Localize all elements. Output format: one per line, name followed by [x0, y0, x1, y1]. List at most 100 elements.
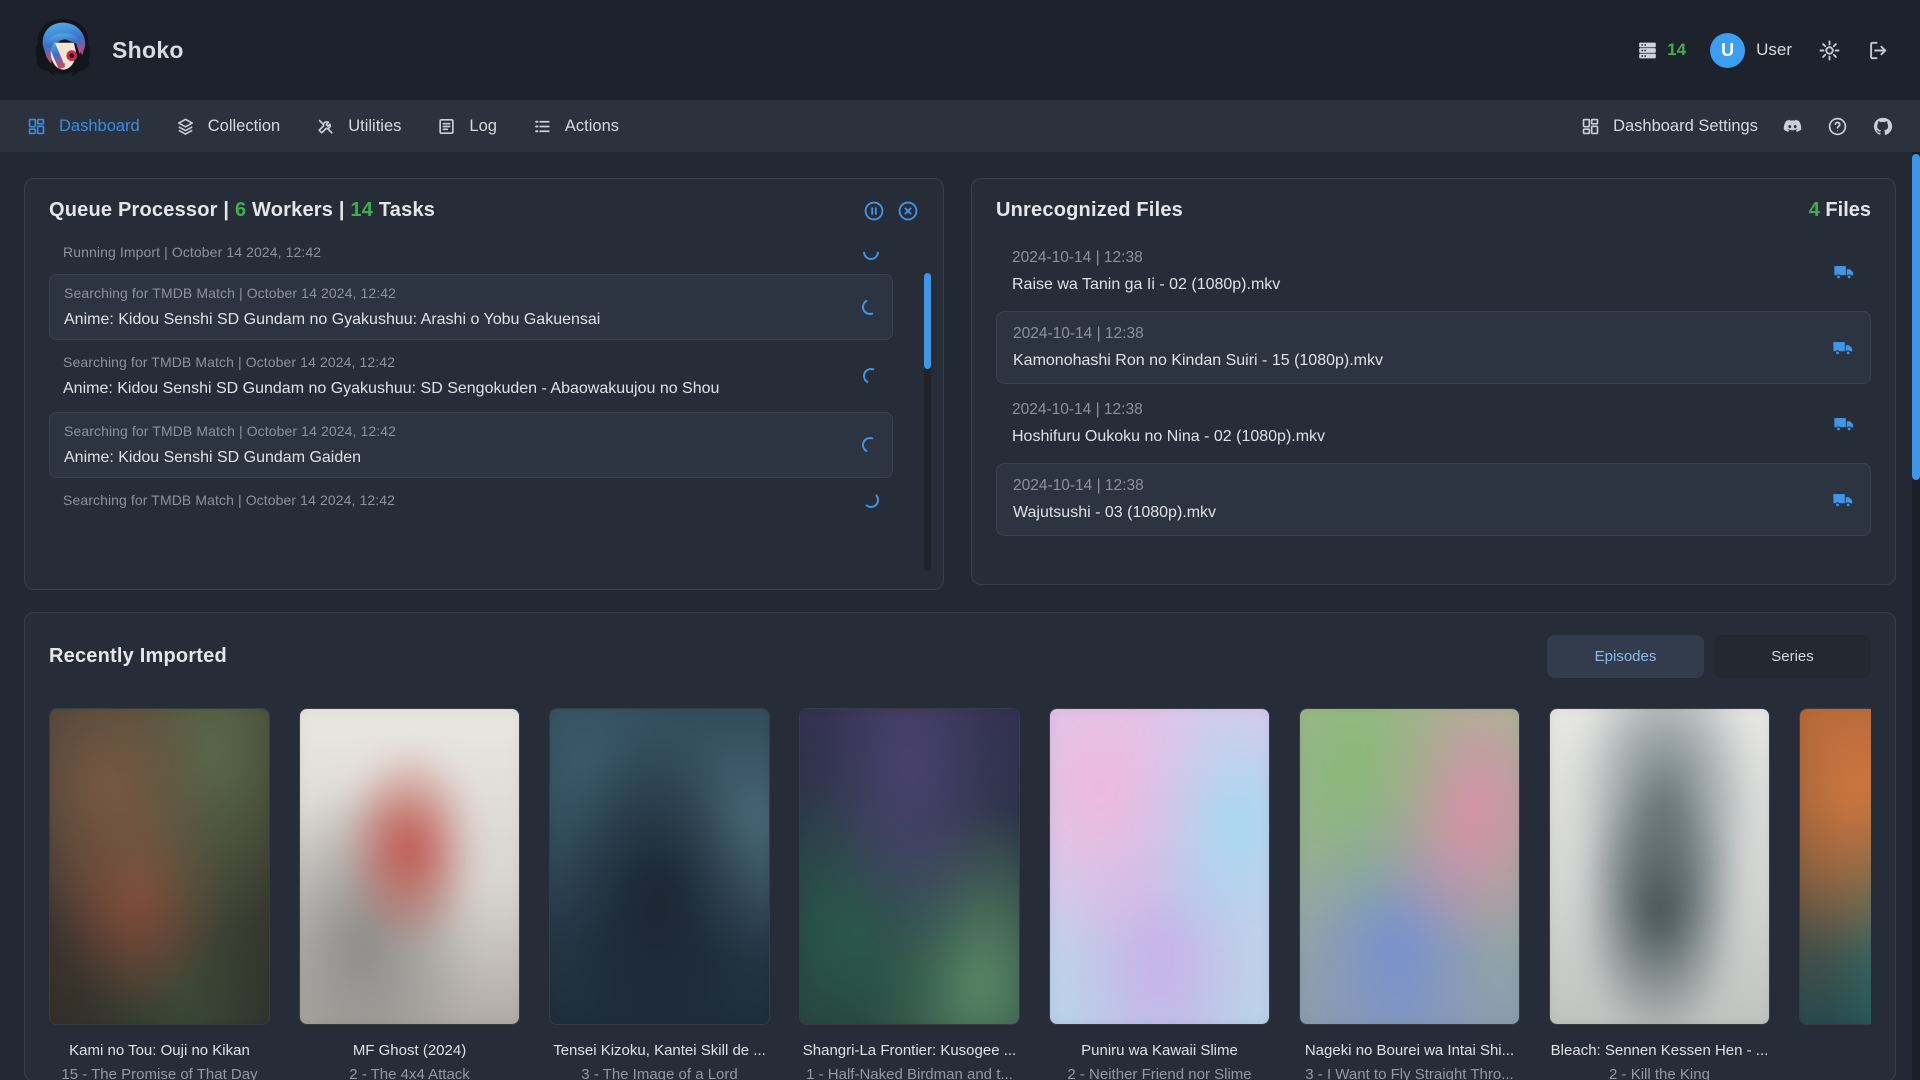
queue-indicator[interactable]: 14 — [1637, 40, 1686, 61]
gear-icon — [1818, 39, 1841, 62]
episode-poster — [1799, 708, 1871, 1025]
card-series-title: Nageki no Bourei wa Intai Shi... — [1299, 1042, 1520, 1059]
shoko-logo-icon — [30, 15, 96, 85]
main-navbar: Dashboard Collection Utilities Log — [0, 100, 1920, 152]
tab-series[interactable]: Series — [1714, 635, 1871, 678]
episode-card[interactable]: MF Ghost (2024) 2 - The 4x4 Attack — [299, 708, 520, 1080]
episode-poster — [799, 708, 1020, 1025]
dashboard-settings-icon — [1581, 117, 1600, 136]
episode-card[interactable]: Puniru wa Kawaii Slime 2 - Neither Frien… — [1049, 708, 1270, 1080]
card-episode-title: 3 - The Image of a Lord — [549, 1066, 770, 1080]
avdump-truck-icon[interactable] — [1833, 413, 1855, 435]
card-series-title: Shangri-La Frontier: Kusogee ... — [799, 1042, 1020, 1059]
queue-item-status: Searching for TMDB Match | October 14 20… — [64, 423, 848, 439]
nav-label-actions: Actions — [565, 117, 619, 136]
page-scrollbar-thumb[interactable] — [1912, 154, 1920, 480]
unrecognized-file-item: 2024-10-14 | 12:38 Raise wa Tanin ga Ii … — [996, 236, 1871, 307]
list-icon — [533, 117, 552, 136]
unrecognized-file-item: 2024-10-14 | 12:38 Wajutsushi - 03 (1080… — [996, 463, 1871, 536]
episode-card[interactable]: Tensei Kizoku, Kantei Skill de ... 3 - T… — [549, 708, 770, 1080]
tools-icon — [316, 117, 335, 136]
queue-scrollbar-thumb[interactable] — [924, 273, 931, 369]
spinner-icon — [860, 435, 881, 456]
queue-item-status: Searching for TMDB Match | October 14 20… — [64, 285, 848, 301]
help-icon[interactable] — [1827, 116, 1848, 137]
files-count-label: Files — [1825, 199, 1871, 221]
file-name: Wajutsushi - 03 (1080p).mkv — [1013, 504, 1818, 522]
poster-image — [799, 708, 1020, 1025]
avdump-truck-icon[interactable] — [1832, 489, 1854, 511]
episode-card[interactable]: Fairy Tail 14 - Clingi — [1799, 708, 1871, 1080]
episode-card[interactable]: Nageki no Bourei wa Intai Shi... 3 - I W… — [1299, 708, 1520, 1080]
queue-item: Running Import | October 14 2024, 12:42 — [49, 234, 893, 270]
queue-item-status: Searching for TMDB Match | October 14 20… — [63, 492, 849, 508]
x-circle-icon — [897, 200, 919, 222]
queue-item-status: Searching for TMDB Match | October 14 20… — [63, 354, 849, 370]
episode-card[interactable]: Kami no Tou: Ouji no Kikan 15 - The Prom… — [49, 708, 270, 1080]
file-name: Raise wa Tanin ga Ii - 02 (1080p).mkv — [1012, 276, 1819, 294]
episode-card[interactable]: Shangri-La Frontier: Kusogee ... 1 - Hal… — [799, 708, 1020, 1080]
user-name: User — [1756, 40, 1792, 60]
card-series-title: Tensei Kizoku, Kantei Skill de ... — [549, 1042, 770, 1059]
tab-episodes[interactable]: Episodes — [1547, 635, 1704, 678]
episode-poster — [299, 708, 520, 1025]
logout-button[interactable] — [1867, 39, 1890, 62]
poster-image — [299, 708, 520, 1025]
pause-queue-button[interactable] — [863, 200, 885, 222]
avatar-initial: U — [1721, 40, 1734, 61]
poster-image — [49, 708, 270, 1025]
avdump-truck-icon[interactable] — [1832, 337, 1854, 359]
files-count-number: 4 — [1809, 199, 1820, 221]
queue-item-title: Anime: Kidou Senshi SD Gundam no Gyakush… — [63, 380, 849, 398]
nav-item-log[interactable]: Log — [437, 117, 497, 136]
nav-item-actions[interactable]: Actions — [533, 117, 619, 136]
log-document-icon — [437, 117, 456, 136]
card-series-title: MF Ghost (2024) — [299, 1042, 520, 1059]
spinner-icon — [863, 492, 879, 508]
queue-item: Searching for TMDB Match | October 14 20… — [49, 274, 893, 340]
unrecognized-files-count: 4 Files — [1809, 199, 1871, 222]
nav-label-dashboard: Dashboard — [59, 117, 140, 136]
card-episode-title: 15 - The Promise of That Day — [49, 1066, 270, 1080]
queue-title-text: Queue Processor | — [49, 199, 229, 221]
episode-card[interactable]: Bleach: Sennen Kessen Hen - ... 2 - Kill… — [1549, 708, 1770, 1080]
avatar: U — [1710, 33, 1745, 68]
file-timestamp: 2024-10-14 | 12:38 — [1012, 401, 1819, 419]
avdump-truck-icon[interactable] — [1833, 261, 1855, 283]
queue-item: Searching for TMDB Match | October 14 20… — [49, 344, 893, 408]
poster-image — [1799, 708, 1871, 1025]
card-episode-title: 2 - Neither Friend nor Slime — [1049, 1066, 1270, 1080]
pause-circle-icon — [863, 200, 885, 222]
nav-item-collection[interactable]: Collection — [176, 117, 280, 136]
github-icon[interactable] — [1872, 116, 1893, 137]
queue-item-title: Anime: Kidou Senshi SD Gundam Gaiden — [64, 449, 848, 467]
unrecognized-file-item: 2024-10-14 | 12:38 Hoshifuru Oukoku no N… — [996, 388, 1871, 459]
queue-scrollbar-track[interactable] — [924, 273, 931, 571]
nav-item-dashboard-settings[interactable]: Dashboard Settings — [1581, 117, 1758, 136]
nav-label-collection: Collection — [208, 117, 280, 136]
card-episode-title: 1 - Half-Naked Birdman and t... — [799, 1066, 1020, 1080]
file-timestamp: 2024-10-14 | 12:38 — [1012, 249, 1819, 267]
card-series-title: Kami no Tou: Ouji no Kikan — [49, 1042, 270, 1059]
spinner-icon — [861, 366, 882, 387]
nav-item-dashboard[interactable]: Dashboard — [27, 117, 140, 136]
queue-panel-title: Queue Processor | 6 Workers | 14 Tasks — [49, 199, 435, 222]
nav-item-utilities[interactable]: Utilities — [316, 117, 401, 136]
poster-image — [549, 708, 770, 1025]
card-episode-title: 2 - Kill the King — [1549, 1066, 1770, 1080]
card-series-title: Bleach: Sennen Kessen Hen - ... — [1549, 1042, 1770, 1059]
settings-button[interactable] — [1818, 39, 1841, 62]
queue-workers-count: 6 — [235, 199, 246, 221]
logout-icon — [1867, 39, 1890, 62]
user-menu[interactable]: U User — [1710, 33, 1792, 68]
discord-icon[interactable] — [1782, 116, 1803, 137]
recently-imported-panel: Recently Imported Episodes Series Kami n… — [24, 612, 1896, 1080]
poster-image — [1049, 708, 1270, 1025]
unrecognized-panel-title: Unrecognized Files — [996, 199, 1183, 222]
stop-queue-button[interactable] — [897, 200, 919, 222]
queue-processor-panel: Queue Processor | 6 Workers | 14 Tasks — [24, 178, 944, 590]
queue-tasks-count: 14 — [350, 199, 373, 221]
queue-item: Searching for TMDB Match | October 14 20… — [49, 412, 893, 478]
queue-server-icon — [1637, 40, 1658, 61]
page-scrollbar[interactable] — [1912, 152, 1920, 1080]
